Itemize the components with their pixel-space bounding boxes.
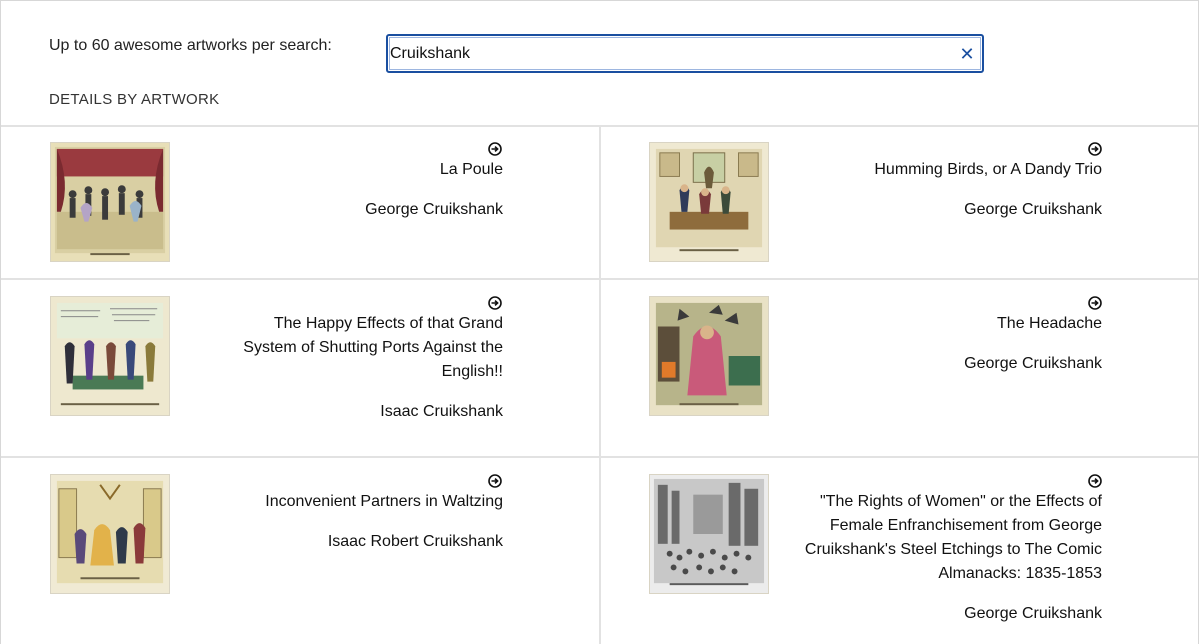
artwork-title[interactable]: "The Rights of Women" or the Effects of … bbox=[802, 490, 1102, 586]
artwork-card[interactable]: Inconvenient Partners in Waltzing Isaac … bbox=[1, 458, 599, 644]
search-label: Up to 60 awesome artworks per search: bbox=[49, 37, 332, 54]
arrow-circle-right-icon[interactable] bbox=[1088, 142, 1102, 156]
arrow-circle-right-icon[interactable] bbox=[488, 142, 502, 156]
artwork-card[interactable]: La Poule George Cruikshank bbox=[1, 125, 599, 278]
artwork-card[interactable]: The Headache George Cruikshank bbox=[600, 280, 1198, 456]
artwork-artist: George Cruikshank bbox=[964, 355, 1102, 372]
section-title: DETAILS BY ARTWORK bbox=[49, 91, 220, 108]
artwork-grid: La Poule George Cruikshank Humming Birds… bbox=[1, 125, 1198, 644]
arrow-circle-right-icon[interactable] bbox=[488, 296, 502, 310]
artwork-card[interactable]: The Happy Effects of that Grand System o… bbox=[1, 280, 599, 456]
artwork-title[interactable]: The Happy Effects of that Grand System o… bbox=[223, 312, 503, 384]
artwork-title[interactable]: The Headache bbox=[802, 312, 1102, 336]
artwork-thumbnail[interactable] bbox=[649, 142, 769, 262]
artwork-artist: George Cruikshank bbox=[964, 201, 1102, 218]
artwork-artist: Isaac Cruikshank bbox=[380, 403, 503, 420]
arrow-circle-right-icon[interactable] bbox=[1088, 296, 1102, 310]
artwork-card[interactable]: Humming Birds, or A Dandy Trio George Cr… bbox=[600, 125, 1198, 278]
artwork-title[interactable]: Humming Birds, or A Dandy Trio bbox=[802, 158, 1102, 182]
artwork-card[interactable]: "The Rights of Women" or the Effects of … bbox=[600, 458, 1198, 644]
artwork-title[interactable]: Inconvenient Partners in Waltzing bbox=[203, 490, 503, 514]
artwork-thumbnail[interactable] bbox=[50, 474, 170, 594]
arrow-circle-right-icon[interactable] bbox=[488, 474, 502, 488]
artwork-thumbnail[interactable] bbox=[50, 296, 170, 416]
artwork-artist: Isaac Robert Cruikshank bbox=[327, 533, 503, 550]
artwork-artist: George Cruikshank bbox=[365, 201, 503, 218]
artwork-artist: George Cruikshank bbox=[964, 605, 1102, 622]
artwork-thumbnail[interactable] bbox=[649, 296, 769, 416]
search-box[interactable]: ✕ bbox=[386, 34, 984, 73]
artwork-thumbnail[interactable] bbox=[50, 142, 170, 262]
close-icon[interactable]: ✕ bbox=[958, 44, 976, 64]
artwork-thumbnail[interactable] bbox=[649, 474, 769, 594]
artwork-title[interactable]: La Poule bbox=[203, 158, 503, 182]
search-input[interactable] bbox=[390, 43, 950, 65]
arrow-circle-right-icon[interactable] bbox=[1088, 474, 1102, 488]
